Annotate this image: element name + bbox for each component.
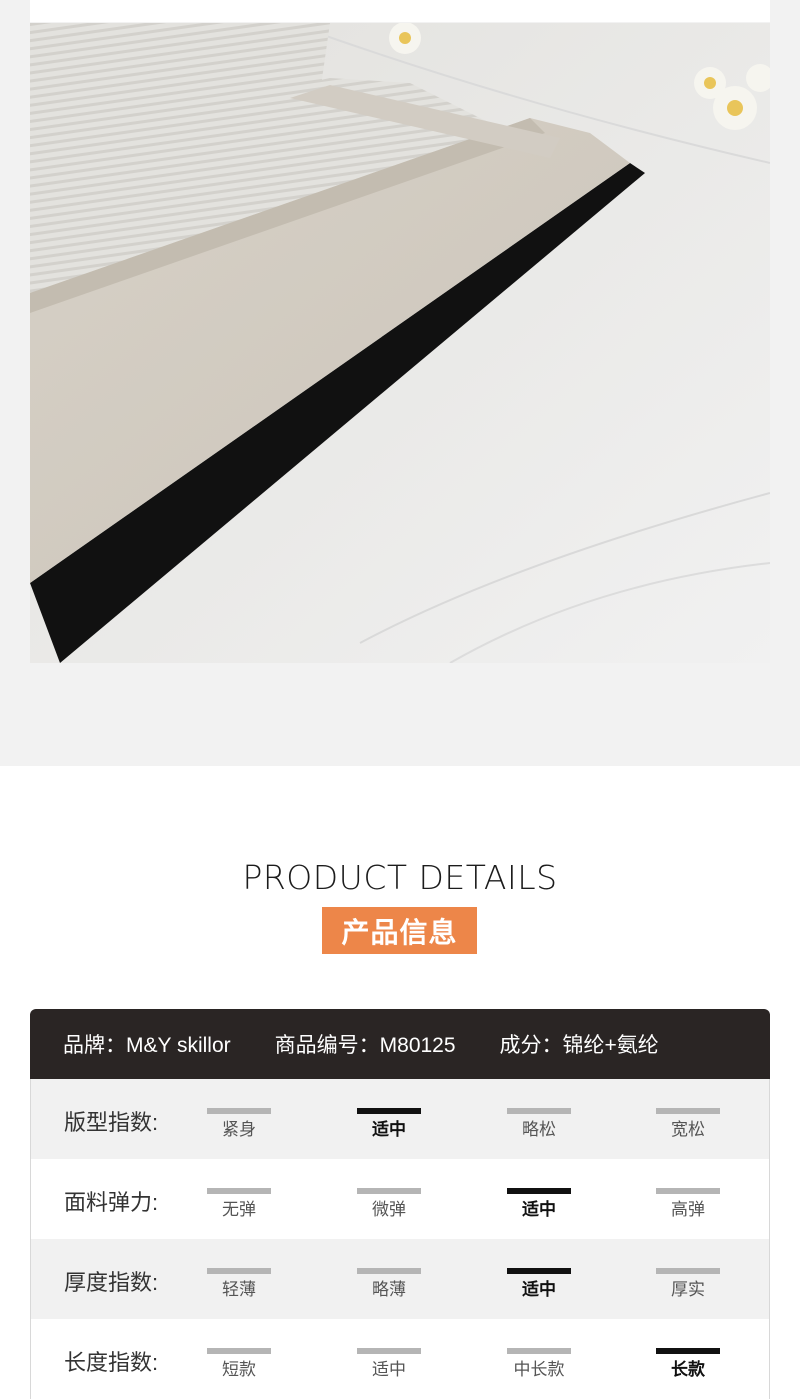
option: 无弹 — [194, 1188, 284, 1220]
option: 紧身 — [194, 1108, 284, 1140]
brand-text: 品牌：M&Y skillor — [63, 1034, 231, 1057]
indicator-bar — [507, 1188, 571, 1194]
section-title-cn-badge: 产品信息 — [322, 907, 477, 954]
indicator-bar — [357, 1268, 421, 1274]
option: 轻薄 — [194, 1268, 284, 1300]
length-row: 长度指数: 短款 适中 中长款 长款 — [30, 1319, 770, 1399]
option: 中长款 — [494, 1348, 584, 1380]
option: 适中 — [344, 1348, 434, 1380]
option-label: 厚实 — [671, 1280, 705, 1299]
option: 适中 — [494, 1268, 584, 1300]
indicator-bar — [357, 1108, 421, 1114]
option-label: 适中 — [372, 1360, 406, 1379]
option-label: 中长款 — [513, 1360, 565, 1379]
indicator-bar — [656, 1348, 720, 1354]
option: 宽松 — [643, 1108, 733, 1140]
option: 适中 — [344, 1108, 434, 1140]
indicator-bar — [207, 1348, 271, 1354]
option: 适中 — [494, 1188, 584, 1220]
thickness-row: 厚度指数: 轻薄 略薄 适中 厚实 — [30, 1239, 770, 1319]
option: 短款 — [194, 1348, 284, 1380]
indicator-bar — [656, 1108, 720, 1114]
option-label: 短款 — [222, 1360, 256, 1379]
indicator-bar — [507, 1348, 571, 1354]
option-label: 高弹 — [671, 1200, 705, 1219]
option-label: 无弹 — [222, 1200, 256, 1219]
indicator-bar — [507, 1108, 571, 1114]
elasticity-row: 面料弹力: 无弹 微弹 适中 高弹 — [30, 1159, 770, 1239]
row-label: 版型指数: — [64, 1110, 159, 1135]
option: 略松 — [494, 1108, 584, 1140]
info-bar: 品牌：M&Y skillor 商品编号：M80125 成分：锦纶+氨纶 — [30, 1009, 770, 1079]
option-label: 轻薄 — [222, 1280, 256, 1299]
indicator-bar — [207, 1188, 271, 1194]
row-label: 面料弹力: — [64, 1190, 159, 1215]
option: 长款 — [643, 1348, 733, 1380]
option: 厚实 — [643, 1268, 733, 1300]
option-label: 略松 — [522, 1120, 556, 1139]
option-label: 适中 — [522, 1280, 556, 1299]
fit-index-row: 版型指数: 紧身 适中 略松 宽松 — [30, 1079, 770, 1159]
indicator-bar — [207, 1268, 271, 1274]
option-label: 长款 — [671, 1360, 705, 1379]
option: 微弹 — [344, 1188, 434, 1220]
option-label: 宽松 — [671, 1120, 705, 1139]
product-code-text: 商品编号：M80125 — [274, 1034, 456, 1057]
option-label: 紧身 — [222, 1120, 256, 1139]
fabric-photo-illustration — [30, 23, 770, 663]
indicator-bar — [357, 1348, 421, 1354]
indicator-bar — [357, 1188, 421, 1194]
option-label: 略薄 — [372, 1280, 406, 1299]
option: 高弹 — [643, 1188, 733, 1220]
option-label: 适中 — [522, 1200, 556, 1219]
option-label: 适中 — [372, 1120, 406, 1139]
previous-section-edge — [30, 0, 770, 22]
option-label: 微弹 — [372, 1200, 406, 1219]
row-label: 长度指数: — [64, 1350, 159, 1375]
photo-section — [0, 0, 800, 766]
indicator-bar — [207, 1108, 271, 1114]
indicator-bar — [507, 1268, 571, 1274]
indicator-bar — [656, 1188, 720, 1194]
indicator-bar — [656, 1268, 720, 1274]
composition-text: 成分：锦纶+氨纶 — [499, 1034, 659, 1057]
fabric-photo — [30, 23, 770, 663]
option: 略薄 — [344, 1268, 434, 1300]
product-details-table: 品牌：M&Y skillor 商品编号：M80125 成分：锦纶+氨纶 版型指数… — [30, 1009, 770, 1400]
section-title-en: PRODUCT DETAILS — [242, 858, 558, 897]
row-label: 厚度指数: — [64, 1270, 159, 1295]
